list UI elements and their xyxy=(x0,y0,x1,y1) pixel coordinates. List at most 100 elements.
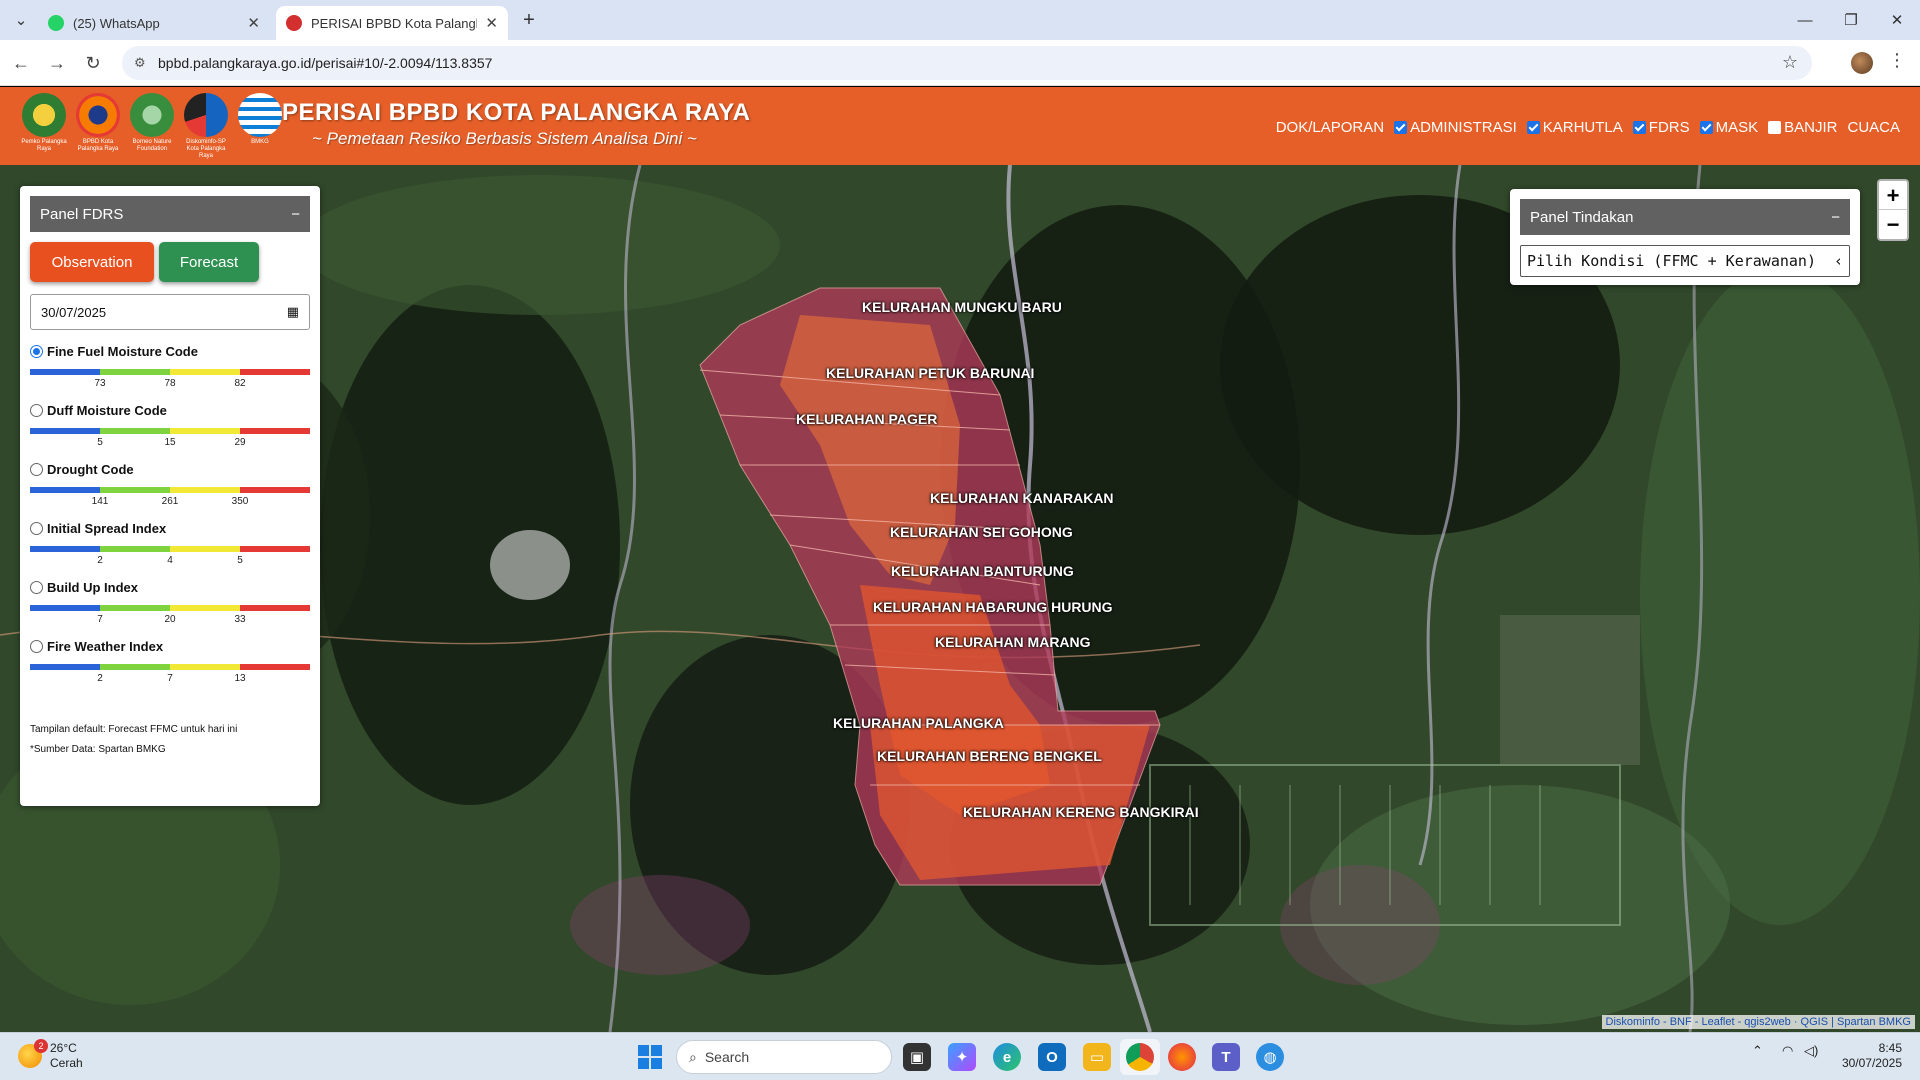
date-input[interactable]: 30/07/2025 ▦ xyxy=(30,294,310,330)
restore-icon[interactable]: ❐ xyxy=(1836,8,1866,32)
menu-cuaca[interactable]: CUACA xyxy=(1847,119,1900,136)
file-explorer-icon[interactable]: ▭ xyxy=(1083,1043,1111,1071)
tab-whatsapp[interactable]: (25) WhatsApp ✕ xyxy=(38,6,270,40)
kelurahan-label[interactable]: KELURAHAN MUNGKU BARU xyxy=(862,299,1062,315)
menu-dok-laporan[interactable]: DOK/LAPORAN xyxy=(1276,119,1384,136)
index-fwi: Fire Weather Index 2 7 13 xyxy=(30,639,310,684)
map-attribution[interactable]: Diskominfo - BNF - Leaflet - qgis2web · … xyxy=(1601,1015,1915,1029)
tab-perisai[interactable]: PERISAI BPBD Kota Palangka Raya ✕ xyxy=(276,6,508,40)
minimize-icon[interactable]: — xyxy=(1790,8,1820,32)
data-source-note: *Sumber Data: Spartan BMKG xyxy=(30,744,166,755)
kelurahan-label[interactable]: KELURAHAN KERENG BANGKIRAI xyxy=(963,804,1199,820)
menu-mask[interactable]: MASK xyxy=(1699,119,1758,136)
system-clock[interactable]: 8:45 30/07/2025 xyxy=(1842,1041,1902,1071)
index-label: Fire Weather Index xyxy=(47,639,164,654)
close-window-icon[interactable]: ✕ xyxy=(1882,8,1912,32)
bpbd-favicon-icon xyxy=(286,15,302,31)
collapse-button[interactable]: − xyxy=(291,206,300,223)
url-bar[interactable]: ⚙ bpbd.palangkaraya.go.id/perisai#10/-2.… xyxy=(122,46,1812,80)
tray-chevron-icon[interactable]: ⌃ xyxy=(1752,1043,1763,1059)
observation-button[interactable]: Observation xyxy=(30,242,154,282)
firefox-icon[interactable] xyxy=(1168,1043,1196,1071)
ffmc-radio[interactable] xyxy=(30,345,43,358)
menu-fdrs[interactable]: FDRS xyxy=(1632,119,1690,136)
bui-radio[interactable] xyxy=(30,581,43,594)
close-tab-icon[interactable]: ✕ xyxy=(247,14,260,32)
edge-icon[interactable]: e xyxy=(993,1043,1021,1071)
kelurahan-label[interactable]: KELURAHAN BANTURUNG xyxy=(891,563,1074,579)
scale-ticks: 5 15 29 xyxy=(30,434,310,448)
banjir-checkbox[interactable] xyxy=(1768,121,1782,134)
kelurahan-label[interactable]: KELURAHAN MARANG xyxy=(935,634,1091,650)
dmc-radio[interactable] xyxy=(30,404,43,417)
new-tab-icon[interactable]: + xyxy=(514,8,544,32)
menu-karhutla[interactable]: KARHUTLA xyxy=(1526,119,1623,136)
taskbar-search[interactable]: ⌕ Search xyxy=(676,1040,892,1074)
tab-search-icon[interactable]: ⌄ xyxy=(6,8,36,32)
wifi-icon[interactable]: ◠ xyxy=(1782,1043,1793,1059)
index-isi: Initial Spread Index 2 4 5 xyxy=(30,521,310,566)
menu-administrasi[interactable]: ADMINISTRASI xyxy=(1394,119,1517,136)
index-option[interactable]: Fire Weather Index xyxy=(30,639,310,654)
volume-icon[interactable]: ◁) xyxy=(1804,1043,1818,1059)
kelurahan-label[interactable]: KELURAHAN HABARUNG HURUNG xyxy=(873,599,1113,615)
index-label: Build Up Index xyxy=(47,580,138,595)
administrasi-checkbox[interactable] xyxy=(1394,121,1408,134)
copilot-icon[interactable]: ✦ xyxy=(948,1043,976,1071)
logo-caption: BMKG xyxy=(251,139,269,145)
chevron-left-icon: ‹ xyxy=(1833,252,1843,270)
browser-menu-icon[interactable]: ⋮ xyxy=(1888,50,1906,71)
partner-logos: Pemko Palangka Raya BPBD Kota Palangka R… xyxy=(18,93,288,160)
app-globe-icon[interactable]: ◍ xyxy=(1256,1043,1284,1071)
tick-label: 15 xyxy=(164,437,176,448)
index-bui: Build Up Index 7 20 33 xyxy=(30,580,310,625)
browser-tab-strip: ⌄ (25) WhatsApp ✕ PERISAI BPBD Kota Pala… xyxy=(0,0,1920,40)
index-option[interactable]: Initial Spread Index xyxy=(30,521,310,536)
index-option[interactable]: Duff Moisture Code xyxy=(30,403,310,418)
kelurahan-label[interactable]: KELURAHAN SEI GOHONG xyxy=(890,524,1073,540)
close-tab-icon[interactable]: ✕ xyxy=(485,14,498,32)
forecast-button[interactable]: Forecast xyxy=(159,242,259,282)
index-option[interactable]: Fine Fuel Moisture Code xyxy=(30,344,310,359)
kelurahan-label[interactable]: KELURAHAN PAGER xyxy=(796,411,937,427)
index-option[interactable]: Drought Code xyxy=(30,462,310,477)
kelurahan-label[interactable]: KELURAHAN PALANGKA xyxy=(833,715,1004,731)
kondisi-select[interactable]: Pilih Kondisi (FFMC + Kerawanan) ‹ xyxy=(1520,245,1850,277)
tick-label: 261 xyxy=(161,496,179,507)
back-icon[interactable]: ← xyxy=(8,50,34,76)
task-view-icon[interactable]: ▣ xyxy=(903,1043,931,1071)
tab-title: (25) WhatsApp xyxy=(73,15,160,31)
search-placeholder: Search xyxy=(704,1049,750,1065)
index-label: Drought Code xyxy=(47,462,134,477)
teams-icon[interactable]: T xyxy=(1212,1043,1240,1071)
panel-fdrs-header: Panel FDRS − xyxy=(30,196,310,232)
calendar-icon[interactable]: ▦ xyxy=(287,304,299,320)
chrome-icon[interactable] xyxy=(1126,1043,1154,1071)
bookmark-star-icon[interactable]: ☆ xyxy=(1782,52,1798,73)
panel-fdrs-title: Panel FDRS xyxy=(40,205,124,223)
notification-badge: 2 xyxy=(34,1039,48,1053)
tick-label: 82 xyxy=(234,378,246,389)
dc-radio[interactable] xyxy=(30,463,43,476)
fwi-radio[interactable] xyxy=(30,640,43,653)
weather-widget[interactable]: 2 26°C Cerah xyxy=(18,1039,83,1071)
mask-checkbox[interactable] xyxy=(1699,121,1713,134)
menu-banjir[interactable]: BANJIR xyxy=(1768,119,1837,136)
kelurahan-label[interactable]: KELURAHAN BERENG BENGKEL xyxy=(877,748,1102,764)
index-option[interactable]: Build Up Index xyxy=(30,580,310,595)
zoom-in-button[interactable]: + xyxy=(1879,181,1907,210)
collapse-button[interactable]: − xyxy=(1831,209,1840,226)
zoom-out-button[interactable]: − xyxy=(1879,210,1907,239)
menu-label: BANJIR xyxy=(1784,119,1838,136)
site-info-icon[interactable]: ⚙ xyxy=(134,55,146,71)
fdrs-checkbox[interactable] xyxy=(1632,121,1646,134)
reload-icon[interactable]: ↻ xyxy=(80,50,106,76)
karhutla-checkbox[interactable] xyxy=(1526,121,1540,134)
forward-icon[interactable]: → xyxy=(44,50,70,76)
kelurahan-label[interactable]: KELURAHAN PETUK BARUNAI xyxy=(826,365,1034,381)
profile-avatar[interactable] xyxy=(1851,52,1873,74)
outlook-icon[interactable]: O xyxy=(1038,1043,1066,1071)
isi-radio[interactable] xyxy=(30,522,43,535)
kelurahan-label[interactable]: KELURAHAN KANARAKAN xyxy=(930,490,1114,506)
windows-start-icon[interactable] xyxy=(638,1045,662,1069)
